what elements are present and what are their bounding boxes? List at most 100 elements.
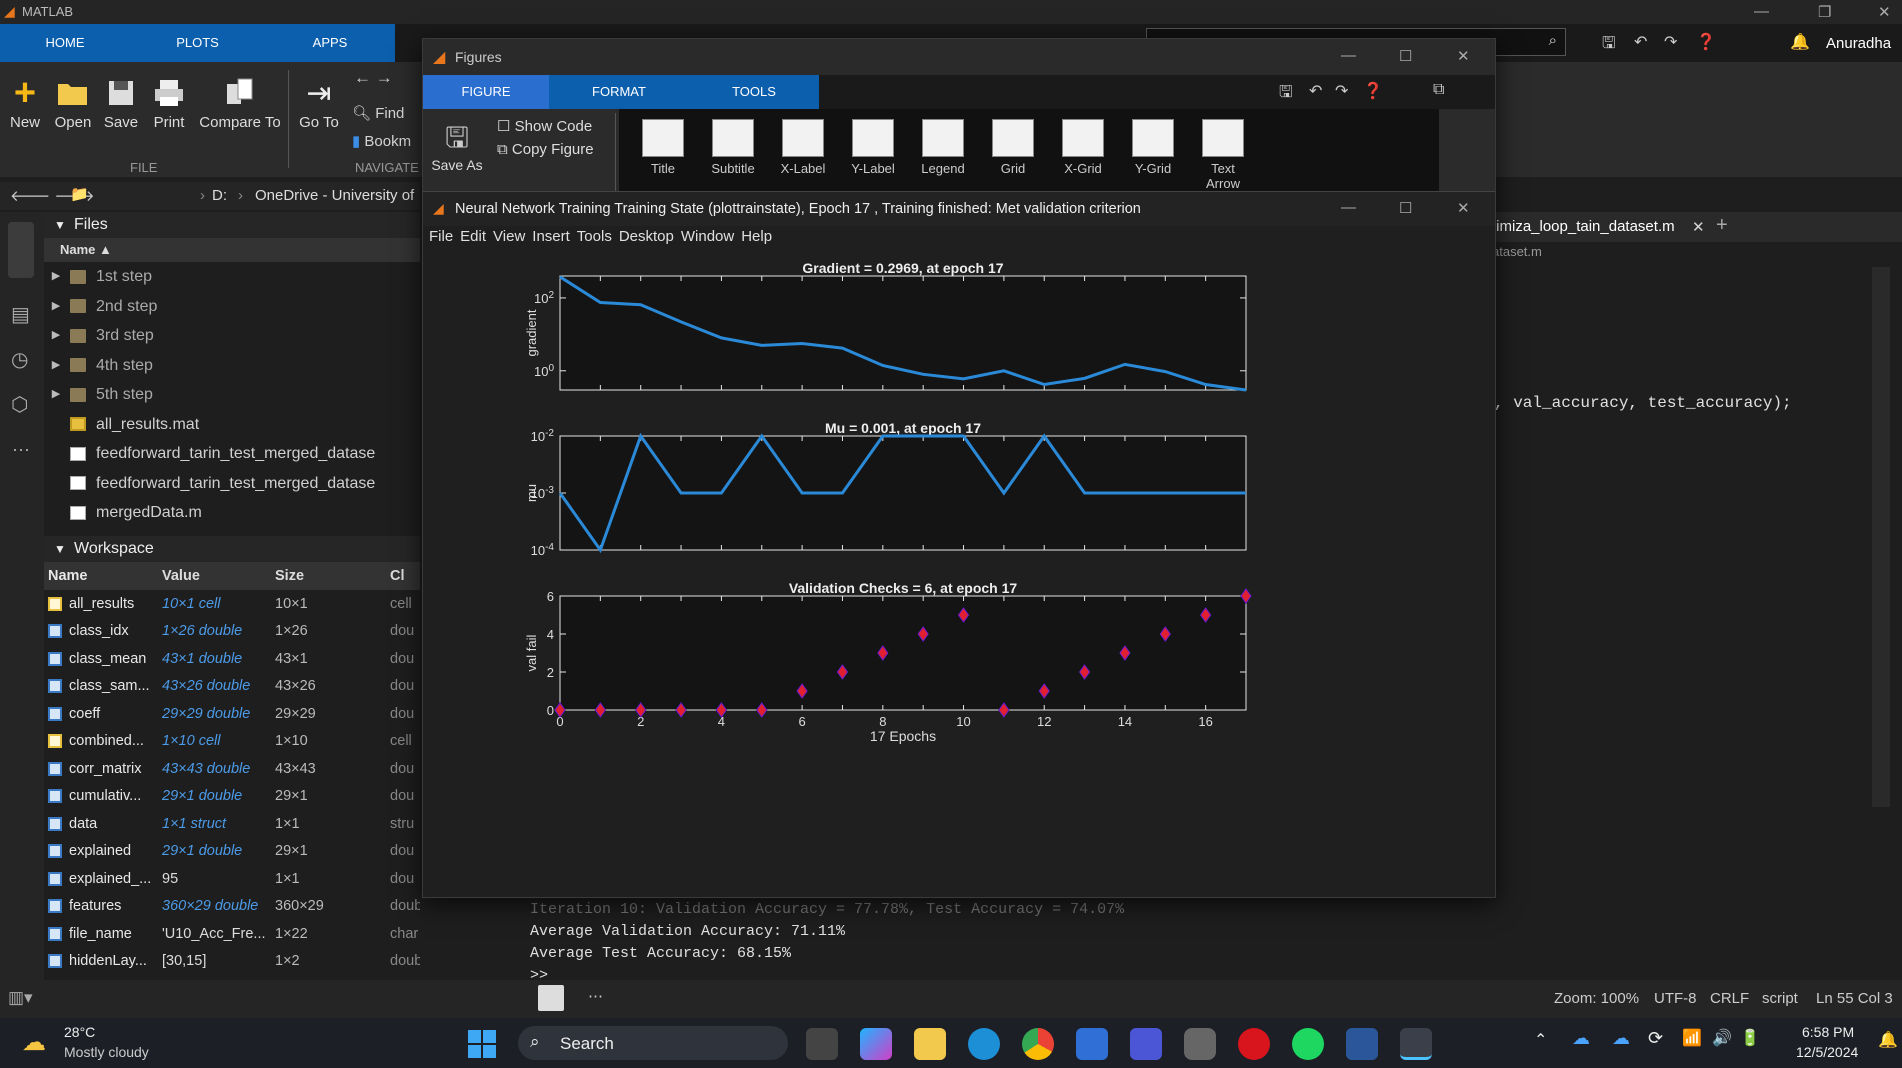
menu-edit[interactable]: Edit: [460, 228, 486, 245]
file-type[interactable]: script: [1762, 990, 1798, 1007]
gallery-item-legend[interactable]: Legend: [913, 119, 973, 176]
address-path[interactable]: OneDrive - University of: [255, 187, 414, 204]
workspace-variable-row[interactable]: explained 29×1 double 29×1 dou: [44, 838, 420, 866]
address-drive[interactable]: D:: [212, 187, 227, 204]
menu-file[interactable]: File: [429, 228, 453, 245]
file-list-item[interactable]: ▶ 3rd step: [44, 321, 420, 351]
windows-start-icon[interactable]: [468, 1030, 496, 1058]
file-list-item[interactable]: feedforward_tarin_test_merged_datase: [44, 469, 420, 499]
close-icon[interactable]: ✕: [1878, 3, 1891, 21]
expand-arrow-icon[interactable]: ▶: [44, 380, 68, 410]
layout-toggle-icon[interactable]: ▥▾: [8, 988, 33, 1008]
tab-tools[interactable]: TOOLS: [689, 75, 819, 109]
variable-value[interactable]: 29×29 double: [162, 706, 275, 722]
maximize-icon[interactable]: ☐: [1399, 199, 1412, 217]
workspace-variable-row[interactable]: class_mean 43×1 double 43×1 dou: [44, 645, 420, 673]
encoding[interactable]: UTF-8: [1654, 990, 1697, 1007]
app-icon[interactable]: [1130, 1028, 1162, 1060]
tab-plots[interactable]: PLOTS: [130, 24, 265, 62]
taskbar-search-box[interactable]: ⌕ Search: [518, 1026, 788, 1060]
sync-icon[interactable]: ⟳: [1648, 1028, 1663, 1049]
workspace-variable-row[interactable]: combined... 1×10 cell 1×10 cell: [44, 728, 420, 756]
variable-value[interactable]: 43×43 double: [162, 761, 275, 777]
new-button[interactable]: + New: [0, 72, 50, 132]
gallery-item-grid[interactable]: Grid: [983, 119, 1043, 176]
editor-tab[interactable]: timiza_loop_tain_dataset.m: [1492, 218, 1675, 235]
workspace-variable-row[interactable]: hiddenLay... [30,15] 1×2 double: [44, 948, 420, 976]
variable-value[interactable]: 29×1 double: [162, 843, 275, 859]
gallery-item-text-arrow[interactable]: Text Arrow: [1193, 119, 1253, 191]
workspace-variable-row[interactable]: class_sam... 43×26 double 43×26 dou: [44, 673, 420, 701]
variable-value[interactable]: 1×10 cell: [162, 733, 275, 749]
restore-icon[interactable]: ❐: [1818, 3, 1831, 21]
file-explorer-icon[interactable]: [914, 1028, 946, 1060]
gallery-item-x-grid[interactable]: X-Grid: [1053, 119, 1113, 176]
print-button[interactable]: Print: [144, 72, 194, 131]
menu-desktop[interactable]: Desktop: [619, 228, 674, 245]
notification-icon[interactable]: 🔔: [1878, 1030, 1898, 1050]
code-line[interactable]: , val_accuracy, test_accuracy);: [1494, 394, 1792, 412]
files-header[interactable]: ▼ Files: [44, 212, 420, 238]
workspace-variable-row[interactable]: file_name 'U10_Acc_Fre... 1×22 char: [44, 920, 420, 948]
show-code-button[interactable]: ☐ Show Code: [497, 117, 592, 135]
spotify-icon[interactable]: [1292, 1028, 1324, 1060]
tab-figure[interactable]: FIGURE: [423, 75, 549, 109]
undo-icon[interactable]: ↶: [1634, 32, 1647, 52]
file-list-item[interactable]: ▶ 4th step: [44, 351, 420, 381]
opera-icon[interactable]: [1238, 1028, 1270, 1060]
gallery-item-title[interactable]: Title: [633, 119, 693, 176]
clock-time[interactable]: 6:58 PM: [1802, 1024, 1854, 1040]
workspace-variable-row[interactable]: features 360×29 double360×29 double: [44, 893, 420, 921]
editor-scrollbar[interactable]: [1872, 267, 1890, 807]
more-options-icon[interactable]: ⋯: [588, 987, 603, 1005]
variable-value[interactable]: 29×1 double: [162, 788, 275, 804]
files-panel-icon[interactable]: [8, 222, 34, 278]
variable-value[interactable]: 43×26 double: [162, 678, 275, 694]
help-icon[interactable]: ❓: [1363, 81, 1383, 101]
menu-tools[interactable]: Tools: [577, 228, 612, 245]
tab-format[interactable]: FORMAT: [549, 75, 689, 109]
more-icon[interactable]: ⋯: [12, 440, 30, 461]
edge-icon[interactable]: [968, 1028, 1000, 1060]
undo-icon[interactable]: ↶: [1309, 81, 1322, 101]
close-icon[interactable]: ✕: [1457, 199, 1470, 217]
expand-arrow-icon[interactable]: ▶: [44, 292, 68, 322]
minimize-icon[interactable]: —: [1341, 199, 1356, 216]
copilot-icon[interactable]: [860, 1028, 892, 1060]
folder-up-icon[interactable]: 📁: [70, 185, 89, 203]
column-size[interactable]: Size: [275, 568, 390, 584]
close-tab-icon[interactable]: ✕: [1692, 218, 1705, 236]
redo-icon[interactable]: ↷: [1335, 81, 1348, 101]
tray-chevron-icon[interactable]: ⌃: [1534, 1030, 1547, 1050]
matlab-taskbar-icon[interactable]: [1400, 1028, 1432, 1060]
line-ending[interactable]: CRLF: [1710, 990, 1749, 1007]
file-list-item[interactable]: ▶ 2nd step: [44, 292, 420, 322]
compare-to-button[interactable]: Compare To: [196, 72, 284, 131]
redo-icon[interactable]: ↷: [1664, 32, 1677, 52]
command-window-icon[interactable]: [538, 985, 564, 1011]
workspace-variable-row[interactable]: explained_... 95 1×1 dou: [44, 865, 420, 893]
weather-icon[interactable]: ☁: [22, 1028, 46, 1057]
workspace-variable-row[interactable]: cumulativ... 29×1 double 29×1 dou: [44, 783, 420, 811]
workspace-variable-row[interactable]: all_results 10×1 cell 10×1 cell: [44, 590, 420, 618]
onedrive-icon[interactable]: ☁: [1612, 1028, 1630, 1049]
workspace-variable-row[interactable]: corr_matrix 43×43 double 43×43 dou: [44, 755, 420, 783]
onedrive-icon[interactable]: ☁: [1572, 1028, 1590, 1049]
menu-window[interactable]: Window: [681, 228, 734, 245]
volume-icon[interactable]: 🔊: [1712, 1028, 1732, 1048]
file-list-item[interactable]: ▶ 5th step: [44, 380, 420, 410]
maximize-icon[interactable]: ☐: [1399, 47, 1412, 65]
workspace-header[interactable]: ▼ Workspace: [44, 536, 420, 562]
expand-arrow-icon[interactable]: ▶: [44, 321, 68, 351]
workspace-variable-row[interactable]: coeff 29×29 double 29×29 dou: [44, 700, 420, 728]
task-view-icon[interactable]: [806, 1028, 838, 1060]
save-quick-icon[interactable]: 🖫: [1279, 81, 1293, 108]
chrome-icon[interactable]: [1022, 1028, 1054, 1060]
close-icon[interactable]: ✕: [1457, 47, 1470, 65]
help-icon[interactable]: ❓: [1696, 32, 1716, 52]
battery-icon[interactable]: 🔋: [1740, 1028, 1760, 1048]
history-panel-icon[interactable]: ◷: [11, 347, 28, 372]
file-list-item[interactable]: feedforward_tarin_test_merged_datase: [44, 439, 420, 469]
variable-value[interactable]: 1×26 double: [162, 623, 275, 639]
gallery-item-x-label[interactable]: X-Label: [773, 119, 833, 176]
